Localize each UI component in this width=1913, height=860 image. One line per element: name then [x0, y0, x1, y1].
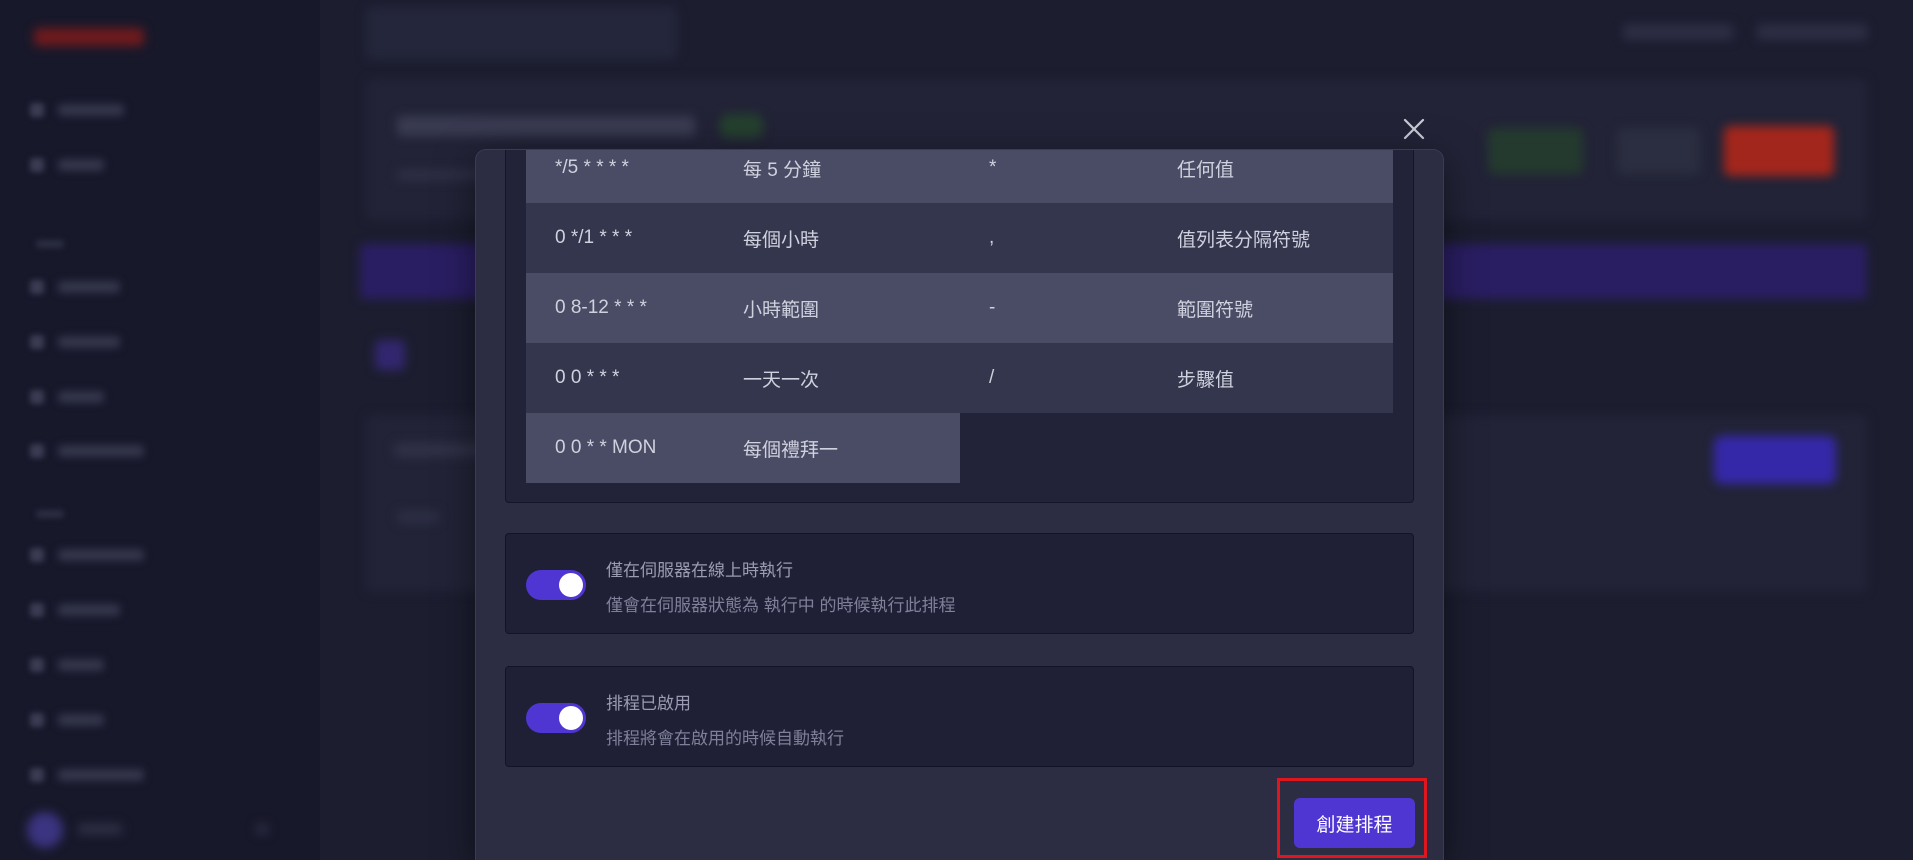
option-description: 排程將會在啟用的時候自動執行 — [606, 729, 844, 748]
table-row: */5 * * * * 每 5 分鐘 * 任何值 — [526, 150, 1393, 203]
sidebar-item-icon — [30, 713, 44, 727]
chevron-icon — [256, 824, 268, 834]
cron-expression: 0 0 * * MON — [555, 437, 657, 458]
cron-expression-description: 一天一次 — [743, 369, 820, 391]
header-item — [1757, 24, 1867, 40]
sidebar — [0, 0, 320, 860]
cron-expression: 0 0 * * * — [555, 367, 620, 388]
sidebar-item-icon — [30, 103, 44, 117]
server-search-input — [366, 7, 677, 59]
schedule-enabled-toggle[interactable] — [526, 703, 586, 733]
sidebar-item — [58, 391, 104, 403]
sidebar-item — [58, 336, 120, 348]
cron-expression-description: 每個禮拜一 — [743, 439, 839, 461]
create-schedule-button[interactable]: 創建排程 — [1294, 798, 1415, 848]
list-text — [397, 511, 439, 523]
schedule-enabled-option: 排程已啟用 排程將會在啟用的時候自動執行 — [505, 666, 1414, 767]
sidebar-item-icon — [30, 444, 44, 458]
sidebar-section-label — [36, 240, 64, 248]
table-row: 0 0 * * * 一天一次 / 步驟值 — [526, 343, 1393, 413]
sidebar-item-icon — [30, 335, 44, 349]
new-schedule-button — [1714, 436, 1836, 484]
sidebar-section-label — [36, 510, 64, 518]
cron-symbol: * — [989, 157, 997, 178]
sidebar-item-icon — [30, 548, 44, 562]
cron-examples-table: */5 * * * * 每 5 分鐘 * 任何值 0 */1 * * * 每個小… — [505, 150, 1414, 503]
sidebar-item-icon — [30, 658, 44, 672]
table-row: 0 0 * * MON 每個禮拜一 — [526, 413, 960, 483]
header-item — [1623, 24, 1733, 40]
cron-expression: 0 */1 * * * — [555, 227, 633, 248]
sidebar-item-icon — [30, 390, 44, 404]
sidebar-item-icon — [30, 603, 44, 617]
sidebar-item-icon — [30, 768, 44, 782]
cron-expression-description: 每個小時 — [743, 229, 820, 251]
only-when-online-toggle[interactable] — [526, 570, 586, 600]
toggle-knob — [559, 573, 583, 597]
create-schedule-modal: */5 * * * * 每 5 分鐘 * 任何值 0 */1 * * * 每個小… — [476, 150, 1443, 860]
close-icon[interactable] — [1402, 117, 1426, 141]
user-name — [78, 824, 122, 834]
cron-expression: 0 8-12 * * * — [555, 297, 647, 318]
sidebar-item-icon — [30, 158, 44, 172]
avatar — [27, 812, 63, 848]
option-label: 排程已啟用 — [606, 694, 691, 713]
cron-symbol-description: 範圍符號 — [1177, 299, 1254, 321]
restart-button — [1617, 128, 1700, 174]
cron-symbol-description: 值列表分隔符號 — [1177, 229, 1311, 251]
server-title — [397, 116, 695, 136]
cron-symbol-description: 步驟值 — [1177, 369, 1235, 391]
cron-expression-description: 小時範圍 — [743, 299, 820, 321]
table-row: 0 */1 * * * 每個小時 , 值列表分隔符號 — [526, 203, 1393, 273]
sidebar-item — [58, 104, 124, 116]
sidebar-item-icon — [30, 280, 44, 294]
sidebar-item — [58, 604, 120, 616]
status-badge — [720, 114, 763, 138]
start-button — [1488, 128, 1583, 174]
cron-symbol: , — [989, 227, 995, 248]
sidebar-item — [58, 281, 120, 293]
server-subtitle — [397, 170, 487, 180]
cron-symbol-description: 任何值 — [1177, 159, 1235, 181]
sidebar-item — [58, 714, 104, 726]
cron-symbol: / — [989, 367, 995, 388]
cron-expression: */5 * * * * — [555, 157, 629, 178]
stop-button — [1724, 126, 1834, 176]
brand-logo — [34, 28, 144, 46]
cron-symbol: - — [989, 297, 996, 318]
toggle-knob — [559, 706, 583, 730]
sidebar-item — [58, 445, 144, 457]
sidebar-item — [58, 549, 144, 561]
sidebar-item — [58, 659, 104, 671]
option-label: 僅在伺服器在線上時執行 — [606, 561, 793, 580]
cron-expression-description: 每 5 分鐘 — [743, 159, 822, 181]
tab-icon — [375, 340, 405, 370]
only-when-online-option: 僅在伺服器在線上時執行 僅會在伺服器狀態為 執行中 的時候執行此排程 — [505, 533, 1414, 634]
table-row: 0 8-12 * * * 小時範圍 - 範圍符號 — [526, 273, 1393, 343]
option-description: 僅會在伺服器狀態為 執行中 的時候執行此排程 — [606, 596, 956, 615]
sidebar-item — [58, 159, 104, 171]
sidebar-item — [58, 769, 144, 781]
